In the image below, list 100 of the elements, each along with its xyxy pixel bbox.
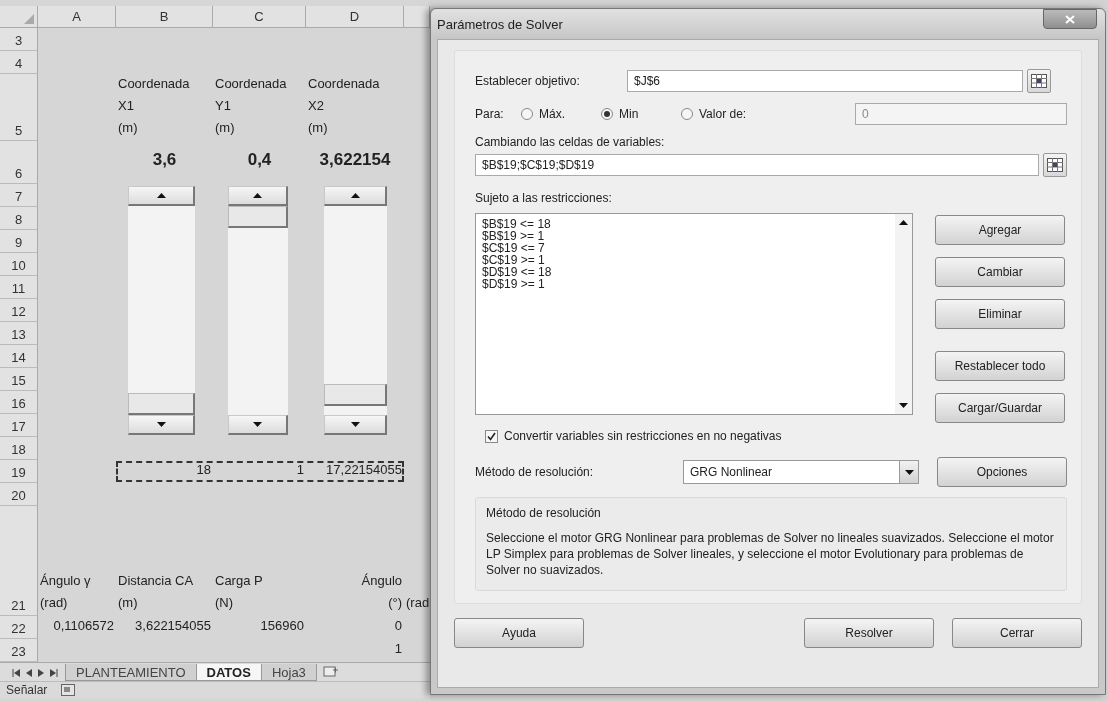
dropdown-icon: [904, 469, 914, 475]
column-header[interactable]: B: [116, 6, 213, 28]
close-icon: [1065, 14, 1075, 24]
row-header[interactable]: 3: [0, 28, 38, 51]
footer-button[interactable]: Cerrar: [952, 618, 1082, 648]
row-header[interactable]: 7: [0, 184, 38, 207]
column-header[interactable]: [404, 6, 430, 28]
list-item[interactable]: $D$19 <= 18: [482, 266, 889, 278]
variables-field[interactable]: $B$19;$C$19;$D$19: [475, 154, 1039, 176]
next-sheet-icon[interactable]: [38, 669, 44, 677]
row-header[interactable]: 10: [0, 253, 38, 276]
list-item[interactable]: $C$19 <= 7: [482, 242, 889, 254]
column-header[interactable]: A: [38, 6, 116, 28]
column-header[interactable]: D: [306, 6, 404, 28]
list-item[interactable]: $B$19 >= 1: [482, 230, 889, 242]
row-header[interactable]: 8: [0, 207, 38, 230]
row-header[interactable]: 15: [0, 368, 38, 391]
constraints-list[interactable]: $B$19 <= 18 $B$19 >= 1 $C$19 <= 7 $C$19 >= 1 $D$19 <= 18 $D$19 >= 1: [475, 213, 913, 415]
checkbox[interactable]: [485, 429, 498, 443]
row-header[interactable]: 14: [0, 345, 38, 368]
table-cell-text: 1: [295, 461, 305, 479]
range-select-button[interactable]: [1043, 153, 1067, 177]
table-cell-text: 3,6: [151, 149, 178, 171]
field-label: Cambiando las celdas de variables:: [475, 135, 666, 149]
new-sheet-icon[interactable]: [322, 666, 339, 678]
radio-label: Valor de:: [699, 107, 747, 121]
row-header[interactable]: 18: [0, 437, 38, 460]
grid-icon: [1031, 74, 1047, 88]
grid-icon: [1047, 158, 1063, 172]
table-cell-text: 0,4: [246, 149, 273, 171]
table-cell-text: Coordenada X2 (m): [307, 75, 381, 137]
scroll-up-icon: [899, 220, 908, 225]
row-header[interactable]: 21: [0, 506, 38, 616]
table-cell-text: 18: [195, 461, 212, 479]
table-cell-text: Ángulo (°): [360, 572, 403, 612]
row-header[interactable]: 23: [0, 639, 38, 662]
table-cell-text: Carga P (N): [214, 572, 264, 612]
method-description: Seleccione el motor GRG Nonlinear para problemas de Solver no lineales suavizados. Seleccione el motor LP Simplex para problemas de Solver lineales, y seleccione el motor Evolutionary para problemas de Solver no suavizados.: [486, 530, 1055, 578]
row-header[interactable]: 11: [0, 276, 38, 299]
window-title: Parámetros de Solver: [437, 16, 563, 32]
row-header[interactable]: 16: [0, 391, 38, 414]
action-button[interactable]: Cargar/Guardar: [935, 393, 1065, 423]
action-button[interactable]: Restablecer todo: [935, 351, 1065, 381]
row-header[interactable]: 9: [0, 230, 38, 253]
table-cell-text: 0: [393, 617, 403, 635]
footer-button[interactable]: Resolver: [804, 618, 934, 648]
table-cell-text: 156960: [259, 617, 305, 635]
sheet-tab[interactable]: PLANTEAMIENTO: [65, 664, 197, 681]
field-label: Para:: [475, 107, 505, 121]
table-cell-text: 17,22154055: [325, 461, 403, 479]
action-button[interactable]: Cambiar: [935, 257, 1065, 287]
status-mode: Señalar: [6, 683, 48, 697]
radio-button[interactable]: [521, 108, 533, 120]
radio-button[interactable]: [601, 108, 613, 120]
row-header[interactable]: 6: [0, 141, 38, 184]
options-button[interactable]: Opciones: [937, 457, 1067, 487]
action-button[interactable]: Eliminar: [935, 299, 1065, 329]
table-cell-text: Ángulo γ (rad): [39, 572, 92, 612]
column-header[interactable]: C: [213, 6, 306, 28]
table-cell-text: Coordenada X1 (m): [117, 75, 191, 137]
group-title: Método de resolución: [486, 506, 602, 520]
radio-label: Min: [619, 107, 639, 121]
row-header[interactable]: 20: [0, 483, 38, 506]
table-cell-text: Distancia CA (m): [117, 572, 195, 612]
scroll-down-icon: [899, 403, 908, 408]
range-select-button[interactable]: [1027, 69, 1051, 93]
first-sheet-icon[interactable]: [12, 669, 20, 677]
table-cell-text: 3,622154: [318, 149, 392, 171]
row-header[interactable]: 13: [0, 322, 38, 345]
row-header[interactable]: 17: [0, 414, 38, 437]
table-cell-text: 3,622154055: [134, 617, 212, 635]
table-cell-text: 1: [393, 640, 403, 658]
sheet-tab[interactable]: DATOS: [195, 664, 262, 681]
macro-record-icon[interactable]: [61, 684, 76, 696]
table-cell-text: (rad: [405, 594, 430, 612]
row-header[interactable]: 4: [0, 51, 38, 74]
list-item[interactable]: $D$19 >= 1: [482, 278, 889, 290]
radio-button[interactable]: [681, 108, 693, 120]
check-icon: [487, 431, 496, 441]
objective-field[interactable]: $J$6: [627, 70, 1023, 92]
previous-sheet-icon[interactable]: [26, 669, 32, 677]
close-button[interactable]: [1043, 9, 1097, 29]
field-label: Método de resolución:: [475, 465, 595, 479]
sheet-tab[interactable]: Hoja3: [260, 664, 317, 681]
row-header[interactable]: 12: [0, 299, 38, 322]
list-item[interactable]: $B$19 <= 18: [482, 218, 889, 230]
radio-label: Máx.: [539, 107, 565, 121]
row-header[interactable]: 19: [0, 460, 38, 483]
action-button[interactable]: Agregar: [935, 215, 1065, 245]
method-dropdown[interactable]: GRG Nonlinear: [683, 460, 919, 484]
checkbox-label: Convertir variables sin restricciones en no negativas: [504, 429, 782, 443]
row-header[interactable]: 22: [0, 616, 38, 639]
list-item[interactable]: $C$19 >= 1: [482, 254, 889, 266]
field-label: Sujeto a las restricciones:: [475, 191, 613, 205]
last-sheet-icon[interactable]: [50, 669, 58, 677]
field-label: Establecer objetivo:: [475, 74, 581, 88]
footer-button[interactable]: Ayuda: [454, 618, 584, 648]
table-cell-text: Coordenada Y1 (m): [214, 75, 288, 137]
row-header[interactable]: 5: [0, 74, 38, 141]
table-cell-text: 0,1106572: [52, 617, 115, 635]
